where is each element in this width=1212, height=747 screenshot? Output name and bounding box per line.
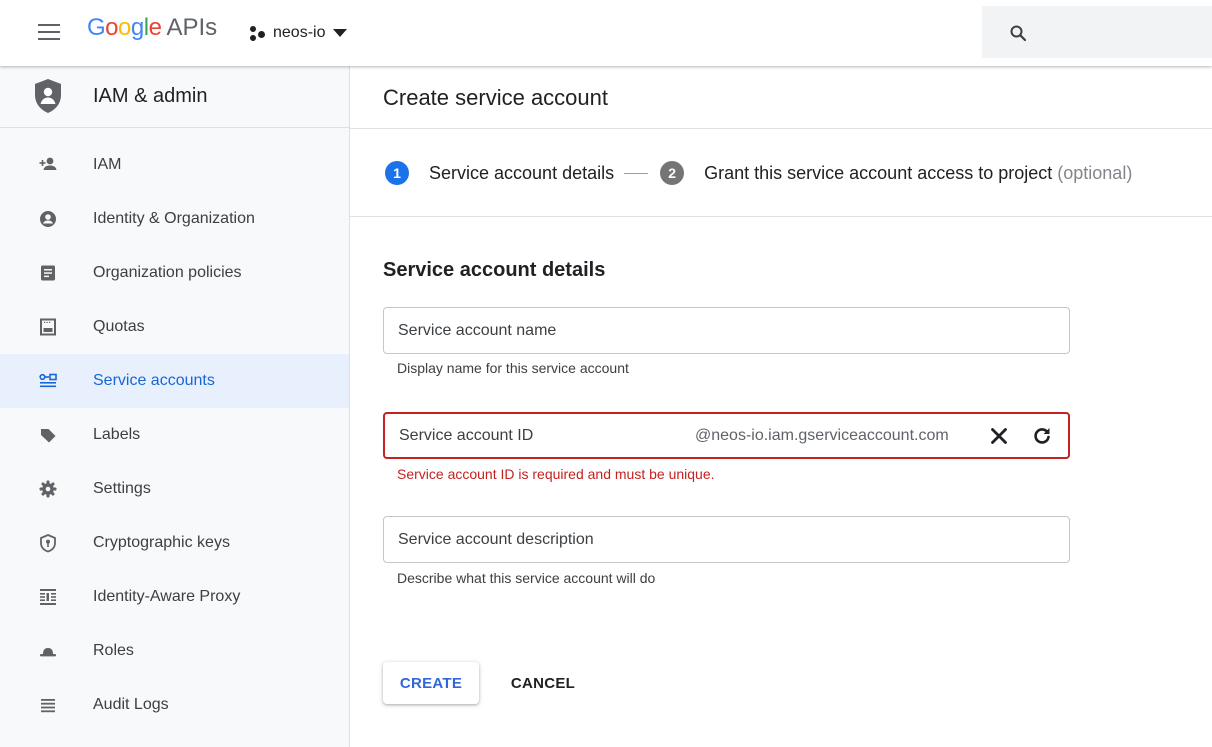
project-selector[interactable]: neos-io	[248, 20, 348, 46]
sidebar-item-label: Settings	[93, 480, 151, 497]
service-account-name-input[interactable]	[384, 308, 1069, 353]
service-account-icon	[39, 373, 57, 388]
sidebar-header: IAM & admin	[0, 66, 349, 128]
top-app-bar: Google APIs neos-io	[0, 0, 1212, 66]
sidebar-item-organization-policies[interactable]: Organization policies	[0, 246, 349, 300]
section-title: Service account details	[383, 259, 606, 281]
person-add-icon	[39, 157, 57, 170]
proxy-icon	[40, 589, 56, 605]
caret-down-icon	[333, 29, 348, 37]
service-account-description-input[interactable]	[384, 517, 1069, 562]
service-account-id-error: Service account ID is required and must …	[397, 466, 715, 482]
step-1-label[interactable]: Service account details	[429, 163, 614, 184]
gear-icon	[39, 480, 57, 498]
apis-wordmark: APIs	[166, 14, 218, 41]
sidebar-item-label: Quotas	[93, 318, 145, 335]
step-2-number: 2	[660, 161, 685, 185]
service-account-name-field	[383, 307, 1070, 354]
sidebar-item-roles[interactable]: Roles	[0, 624, 349, 678]
sidebar-item-label: Cryptographic keys	[93, 534, 230, 551]
sidebar-item-identity-aware-proxy[interactable]: Identity-Aware Proxy	[0, 570, 349, 624]
divider	[350, 216, 1212, 217]
step-separator	[624, 172, 649, 174]
step-2-label[interactable]: Grant this service account access to pro…	[704, 163, 1052, 184]
stepper: 1 Service account details 2 Grant this s…	[385, 159, 1132, 187]
close-icon[interactable]	[989, 426, 1009, 446]
sidebar-item-iam[interactable]: IAM	[0, 138, 349, 192]
sidebar-item-label: Organization policies	[93, 264, 242, 281]
service-account-description-field	[383, 516, 1070, 563]
cancel-button[interactable]: CANCEL	[493, 662, 593, 704]
page-title: Create service account	[383, 85, 608, 110]
sidebar-item-label: Roles	[93, 642, 134, 659]
sidebar-item-label: Audit Logs	[93, 696, 169, 713]
sidebar-item-cryptographic-keys[interactable]: Cryptographic keys	[0, 516, 349, 570]
refresh-icon[interactable]	[1032, 426, 1052, 446]
service-account-id-input[interactable]	[385, 414, 685, 457]
sidebar-title: IAM & admin	[93, 85, 208, 107]
hat-icon	[40, 648, 56, 657]
step-2-optional: (optional)	[1057, 162, 1133, 183]
security-key-icon	[40, 534, 56, 553]
search-icon[interactable]	[1010, 25, 1026, 41]
sidebar-item-label: Labels	[93, 426, 141, 443]
service-account-description-hint: Describe what this service account will …	[397, 570, 656, 586]
sidebar-item-label: Identity-Aware Proxy	[93, 588, 241, 605]
project-name: neos-io	[273, 24, 326, 41]
divider	[350, 128, 1212, 129]
search-bar[interactable]	[982, 6, 1212, 58]
create-button[interactable]: CREATE	[383, 662, 479, 704]
sidebar-item-label: Service accounts	[93, 372, 215, 389]
account-circle-icon	[40, 211, 56, 227]
sidebar-item-label: Identity & Organization	[93, 210, 255, 227]
shield-icon	[35, 79, 61, 113]
list-icon	[41, 699, 55, 713]
sidebar-item-identity-organization[interactable]: Identity & Organization	[0, 192, 349, 246]
sidebar-item-labels[interactable]: Labels	[0, 408, 349, 462]
quota-icon	[40, 318, 56, 336]
sidebar: IAM & admin IAM Identity & Organization	[0, 66, 350, 747]
document-icon	[41, 265, 55, 281]
google-apis-logo[interactable]: Google APIs	[87, 14, 217, 48]
sidebar-item-label: IAM	[93, 156, 122, 173]
sidebar-nav: IAM Identity & Organization Organization…	[0, 138, 349, 732]
service-account-name-hint: Display name for this service account	[397, 360, 629, 376]
hamburger-menu-icon[interactable]	[38, 24, 60, 40]
sidebar-item-quotas[interactable]: Quotas	[0, 300, 349, 354]
main-content: Create service account 1 Service account…	[350, 66, 1212, 747]
step-1-number: 1	[385, 161, 409, 185]
sidebar-item-service-accounts[interactable]: Service accounts	[0, 354, 349, 408]
sidebar-item-settings[interactable]: Settings	[0, 462, 349, 516]
service-account-id-field: @neos-io.iam.gserviceaccount.com	[383, 412, 1070, 459]
service-account-id-suffix: @neos-io.iam.gserviceaccount.com	[695, 427, 949, 444]
label-icon	[41, 429, 56, 443]
sidebar-item-audit-logs[interactable]: Audit Logs	[0, 678, 349, 732]
google-wordmark: Google	[87, 14, 162, 41]
project-dots-icon	[248, 23, 268, 43]
